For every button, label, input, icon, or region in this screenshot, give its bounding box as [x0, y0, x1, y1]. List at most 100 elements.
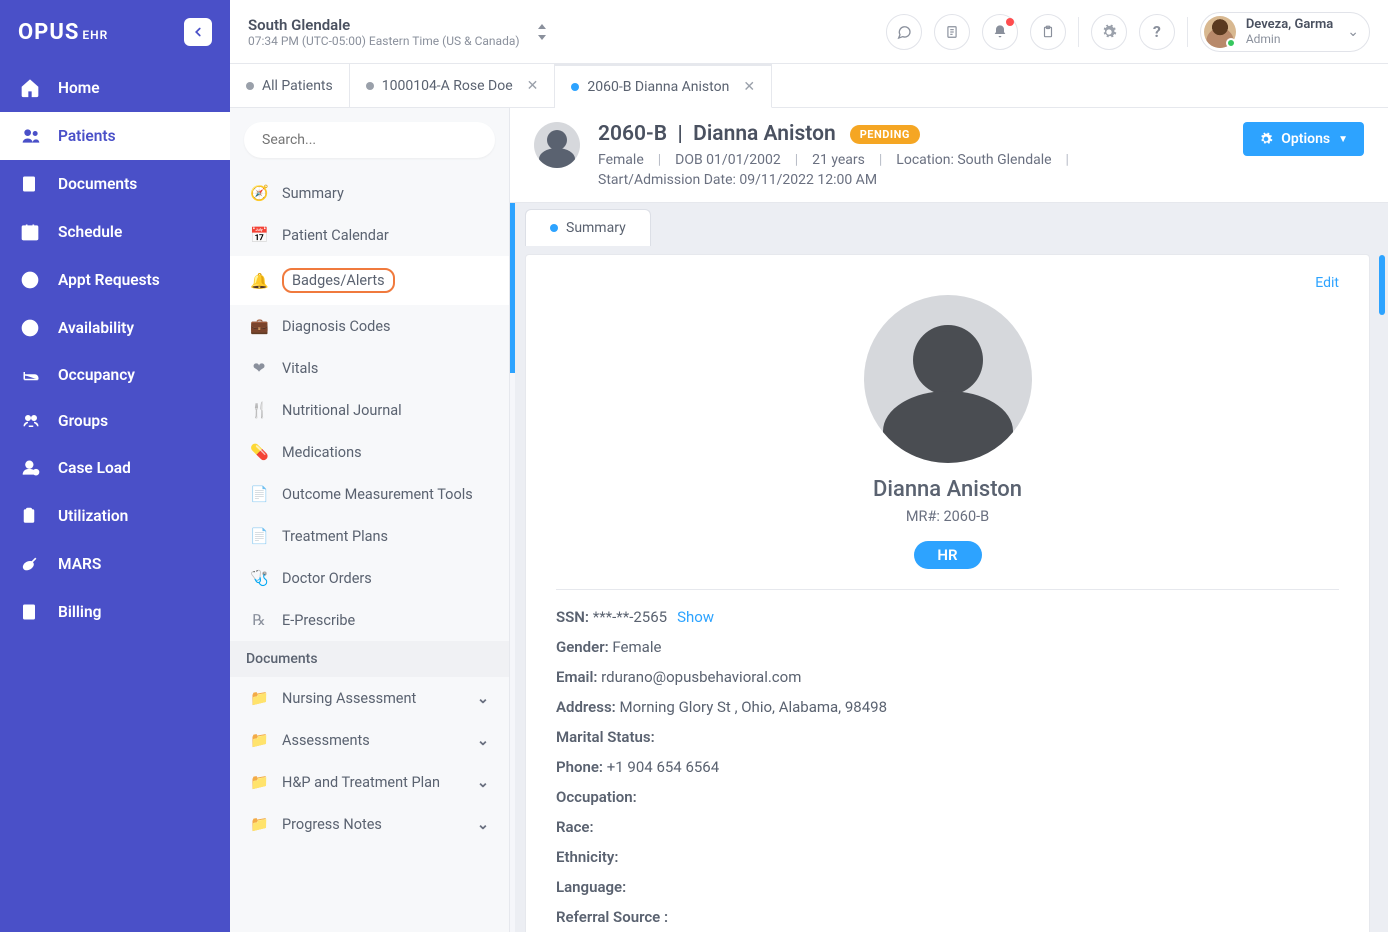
- nav-item-utilization[interactable]: Utilization: [0, 492, 230, 540]
- folder-assess[interactable]: 📁Assessments⌄: [230, 719, 509, 761]
- bell-icon: 🔔: [250, 272, 268, 290]
- patient-location: Location: South Glendale: [896, 152, 1051, 168]
- patient-dob: DOB 01/01/2002: [675, 152, 781, 168]
- sidelist-label: Treatment Plans: [282, 528, 388, 545]
- detail-value: +1 904 654 6564: [607, 758, 719, 776]
- scroll-indicator[interactable]: [1379, 255, 1385, 315]
- presence-indicator: [1226, 38, 1236, 48]
- nav-item-documents[interactable]: Documents: [0, 160, 230, 208]
- location-switch-icon[interactable]: [536, 24, 548, 40]
- clipboard-icon[interactable]: [1030, 14, 1066, 50]
- sidelist-tx[interactable]: 📄Treatment Plans: [230, 515, 509, 557]
- tab-label: 2060-B Dianna Aniston: [587, 79, 729, 95]
- alerts-icon[interactable]: [982, 14, 1018, 50]
- nav-item-mars[interactable]: MARS: [0, 540, 230, 588]
- nav-item-caseload[interactable]: Case Load: [0, 444, 230, 492]
- sidelist-badges[interactable]: 🔔Badges/Alerts: [230, 256, 509, 305]
- detail-row: Ethnicity:: [556, 848, 1339, 866]
- patient-start-date: Start/Admission Date: 09/11/2022 12:00 A…: [598, 172, 877, 188]
- detail-row: Phone: +1 904 654 6564: [556, 758, 1339, 776]
- sidelist-label: Patient Calendar: [282, 227, 389, 244]
- nav-item-availability[interactable]: Availability: [0, 304, 230, 352]
- edit-link[interactable]: Edit: [1315, 275, 1339, 291]
- detail-row: Referral Source :: [556, 908, 1339, 926]
- nav-label: MARS: [58, 555, 101, 573]
- chevron-down-icon: ⌄: [477, 690, 489, 707]
- sidelist-erx[interactable]: ℞E-Prescribe: [230, 599, 509, 641]
- alerts-unread-dot: [1006, 18, 1014, 26]
- detail-value: Female: [612, 638, 661, 656]
- folder-label: Assessments: [282, 732, 370, 749]
- user-name: Deveza, Garma: [1246, 17, 1333, 32]
- sidelist-orders[interactable]: 🩺Doctor Orders: [230, 557, 509, 599]
- patient-search-input[interactable]: [244, 122, 495, 158]
- collapse-nav-button[interactable]: [184, 18, 212, 46]
- sidelist-summary[interactable]: 🧭Summary: [230, 172, 509, 214]
- location-name: South Glendale: [248, 16, 520, 34]
- patient-name-header: Dianna Aniston: [693, 122, 836, 146]
- nav-label: Utilization: [58, 507, 128, 525]
- nav-item-occupancy[interactable]: Occupancy: [0, 352, 230, 398]
- folder-progress[interactable]: 📁Progress Notes⌄: [230, 803, 509, 845]
- user-menu[interactable]: Deveza, Garma Admin ⌄: [1200, 12, 1370, 52]
- inner-tab-summary[interactable]: Summary: [525, 209, 651, 246]
- ssn-show-link[interactable]: Show: [677, 608, 714, 626]
- sidelist-outcome[interactable]: 📄 Outcome Measurement Tools: [230, 473, 509, 515]
- nav-label: Appt Requests: [58, 271, 160, 289]
- nav-item-groups[interactable]: Groups: [0, 398, 230, 444]
- nav-label: Patients: [58, 127, 116, 145]
- folder-icon: 📁: [250, 731, 268, 749]
- tab-close-icon[interactable]: ✕: [527, 78, 539, 94]
- appt-icon: [20, 270, 42, 290]
- sidelist-vitals[interactable]: ❤Vitals: [230, 347, 509, 389]
- folder-nursing[interactable]: 📁Nursing Assessment⌄: [230, 677, 509, 719]
- detail-value: rdurano@opusbehavioral.com: [601, 668, 801, 686]
- nav-item-schedule[interactable]: Schedule: [0, 208, 230, 256]
- nav-item-home[interactable]: Home: [0, 64, 230, 112]
- notes-icon[interactable]: [934, 14, 970, 50]
- tab-rose[interactable]: 1000104-A Rose Doe✕: [350, 64, 556, 107]
- tab-status-dot: [366, 82, 374, 90]
- nav-label: Schedule: [58, 223, 122, 241]
- folder-label: H&P and Treatment Plan: [282, 774, 440, 791]
- sidelist-label: Vitals: [282, 360, 318, 377]
- help-icon[interactable]: ?: [1139, 14, 1175, 50]
- folder-hptx[interactable]: 📁H&P and Treatment Plan⌄: [230, 761, 509, 803]
- sidelist-label: Outcome Measurement Tools: [282, 486, 473, 503]
- detail-label: Marital Status:: [556, 728, 655, 746]
- tab-dianna[interactable]: 2060-B Dianna Aniston ✕: [555, 64, 772, 108]
- tab-close-icon[interactable]: ✕: [743, 79, 755, 95]
- settings-icon[interactable]: [1091, 14, 1127, 50]
- sidelist-meds[interactable]: 💊Medications: [230, 431, 509, 473]
- location-time: 07:34 PM (UTC-05:00) Eastern Time (US & …: [248, 34, 520, 48]
- location-block[interactable]: South Glendale 07:34 PM (UTC-05:00) East…: [248, 16, 520, 48]
- patients-icon: [20, 126, 42, 146]
- sidelist-documents-header: Documents: [230, 641, 509, 677]
- top-bar: South Glendale 07:34 PM (UTC-05:00) East…: [230, 0, 1388, 64]
- detail-value: Morning Glory St , Ohio, Alabama, 98498: [619, 698, 887, 716]
- detail-label: Referral Source :: [556, 908, 668, 926]
- sidelist-nutri[interactable]: 🍴 Nutritional Journal: [230, 389, 509, 431]
- folder-icon: 📁: [250, 773, 268, 791]
- chat-icon[interactable]: [886, 14, 922, 50]
- schedule-icon: [20, 222, 42, 242]
- availability-icon: [20, 318, 42, 338]
- nav-item-patients[interactable]: Patients: [0, 112, 230, 160]
- sidelist-label: Nutritional Journal: [282, 402, 402, 419]
- options-button[interactable]: Options ▼: [1243, 122, 1364, 156]
- groups-icon: [20, 412, 42, 430]
- tab-status-dot: [246, 82, 254, 90]
- detail-label: Gender:: [556, 638, 609, 656]
- detail-label: SSN:: [556, 608, 589, 626]
- detail-row: SSN: ***-**-2565Show: [556, 608, 1339, 626]
- sidelist-dx[interactable]: 💼Diagnosis Codes: [230, 305, 509, 347]
- utensils-icon: 🍴: [250, 401, 268, 419]
- file-icon: 📄: [250, 485, 268, 503]
- nav-item-billing[interactable]: Billing: [0, 588, 230, 636]
- detail-row: Gender: Female: [556, 638, 1339, 656]
- nav-item-appt[interactable]: Appt Requests: [0, 256, 230, 304]
- sidelist-calendar[interactable]: 📅Patient Calendar: [230, 214, 509, 256]
- tab-all[interactable]: All Patients: [230, 64, 350, 107]
- patient-mr: 2060-B: [598, 122, 667, 146]
- gauge-icon: 🧭: [250, 184, 268, 202]
